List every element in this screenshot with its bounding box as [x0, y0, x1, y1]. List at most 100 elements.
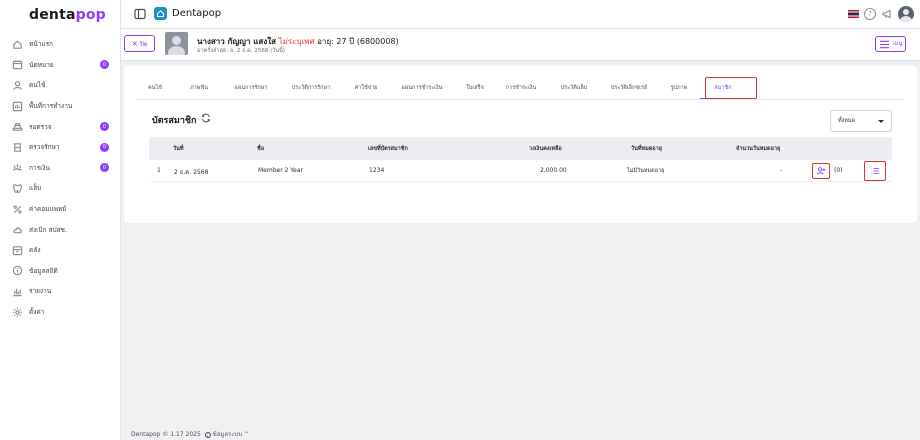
- sidebar-item-workspace[interactable]: พื้นที่การทำงาน: [0, 96, 121, 117]
- sidebar-item-patients[interactable]: คนไข้: [0, 75, 121, 96]
- patient-age: อายุ: 27 ปี: [317, 37, 355, 46]
- details-list-button[interactable]: [864, 161, 886, 181]
- user-icon: [12, 80, 23, 91]
- column-header: วันที่หมดอายุ: [631, 145, 662, 152]
- sidebar-item-finance[interactable]: การเงิน 0: [0, 158, 121, 179]
- tab-receipts[interactable]: ใบเสร็จ: [456, 77, 494, 99]
- membership-card-panel: คนไข้ ภาพฟัน แผนการรักษา ประวัติการรักษา…: [124, 66, 917, 223]
- caret-down-icon: [878, 120, 884, 123]
- patient-hn: (6800008): [356, 37, 399, 46]
- sidebar-item-label: แล็บ: [29, 184, 42, 193]
- app-logo[interactable]: dentapop: [29, 7, 106, 23]
- workspace-icon: [12, 101, 23, 112]
- clinic-home-icon: [154, 7, 167, 20]
- sidebar-item-lab[interactable]: แล็บ: [0, 178, 121, 199]
- chevron-up-icon: ⌃: [243, 431, 249, 438]
- row-index: 1: [157, 167, 161, 174]
- member-count: (0): [834, 167, 843, 174]
- tab-dental-chart[interactable]: ภาพฟัน: [174, 77, 224, 99]
- footer-copyright: Dentapop © 1.17 2025: [131, 431, 201, 438]
- table-header: วันที่ ชื่อ เลขที่บัตรสมาชิก วงเงินคงเหล…: [149, 137, 892, 160]
- sidebar: dentapop หน้าแรก นัดหมาย 0 คนไข้ พื้นที่…: [0, 0, 121, 440]
- sidebar-item-inventory[interactable]: คลัง: [0, 240, 121, 261]
- row-balance: 2,000.00: [540, 167, 567, 174]
- membership-table: วันที่ ชื่อ เลขที่บัตรสมาชิก วงเงินคงเหล…: [149, 137, 892, 182]
- sidebar-item-label: คนไข้: [29, 81, 46, 90]
- column-header: จำนวนวันหมดอายุ: [736, 145, 781, 152]
- info-icon: i: [204, 431, 211, 438]
- settings-icon: [12, 307, 23, 318]
- menu-button[interactable]: เมนู: [875, 36, 906, 52]
- patient-name: นางสาว กัญญา แสงใส: [197, 37, 277, 46]
- user-avatar[interactable]: [898, 6, 914, 22]
- list-icon: [871, 168, 880, 174]
- sidebar-item-appointments[interactable]: นัดหมาย 0: [0, 55, 121, 76]
- tab-treatment-history[interactable]: ประวัติการรักษา: [278, 77, 344, 99]
- column-header: วันที่: [173, 145, 184, 152]
- report-icon: [12, 286, 23, 297]
- waiting-icon: [12, 121, 23, 132]
- sidebar-item-waiting[interactable]: รอตรวจ 0: [0, 116, 121, 137]
- sidebar-item-label: นัดหมาย: [29, 60, 54, 69]
- tab-xray-history[interactable]: ประวัติเอ็กซเรย์: [600, 77, 658, 99]
- calendar-icon: [12, 59, 23, 70]
- sidebar-item-label: การเงิน: [29, 163, 50, 172]
- sidebar-item-home[interactable]: หน้าแรก: [0, 34, 121, 55]
- add-user-icon: [816, 167, 826, 175]
- close-button[interactable]: × ปิด: [124, 35, 155, 52]
- tab-treatment-plan[interactable]: แผนการรักษา: [224, 77, 278, 99]
- row-expiry: ไม่มีวันหมดอายุ: [627, 168, 665, 174]
- sidebar-item-label: พื้นที่การทำงาน: [29, 102, 73, 111]
- column-header: เลขที่บัตรสมาชิก: [368, 145, 408, 152]
- cloud-icon: [12, 224, 23, 235]
- tab-images[interactable]: รูปภาพ: [658, 77, 700, 99]
- sidebar-item-label: รายงาน: [29, 287, 52, 296]
- top-bar-actions: ?: [848, 6, 914, 22]
- add-member-button[interactable]: [812, 163, 830, 179]
- tab-payment-plan[interactable]: แผนการชำระเงิน: [388, 77, 456, 99]
- sidebar-item-label: หน้าแรก: [29, 40, 53, 49]
- language-flag-icon[interactable]: [848, 10, 859, 18]
- sidebar-item-label: รอตรวจ: [29, 122, 52, 131]
- sidebar-item-label: ตรวจรักษา: [29, 143, 60, 152]
- tab-expenses[interactable]: ค่าใช้จ่าย: [344, 77, 388, 99]
- sidebar-toggle-icon[interactable]: [134, 8, 146, 20]
- patient-last-visit: มาครั้งล่าสุด: อ. 2 ธ.ค. 2568 (วันนี้): [197, 48, 285, 54]
- sidebar-item-settings[interactable]: ตั้งค่า: [0, 302, 121, 323]
- help-icon[interactable]: ?: [864, 8, 876, 20]
- row-date: 2 ธ.ค. 2568: [174, 169, 209, 176]
- sidebar-item-nhso-claim[interactable]: ส่งเบิก สปสช.: [0, 219, 121, 240]
- sidebar-item-label: ข้อมูลสถิติ: [29, 266, 58, 275]
- row-days-left: -: [780, 167, 783, 174]
- sidebar-item-statistics[interactable]: ข้อมูลสถิติ: [0, 261, 121, 282]
- sidebar-item-commission[interactable]: ค่าคอมแพทย์: [0, 199, 121, 220]
- sidebar-item-label: ส่งเบิก สปสช.: [29, 225, 68, 234]
- tab-lab-history[interactable]: ประวัติแล็บ: [548, 77, 600, 99]
- footer: Dentapop © 1.17 2025 i ข้อมูลระบบ ⌃: [131, 429, 249, 439]
- refresh-icon[interactable]: [201, 113, 211, 123]
- tab-membership[interactable]: สมาชิก: [700, 77, 746, 99]
- sidebar-item-treatment[interactable]: ตรวจรักษา 0: [0, 137, 121, 158]
- count-badge: 0: [100, 142, 109, 152]
- row-member-name: Member 2 Year: [258, 167, 304, 174]
- sidebar-item-reports[interactable]: รายงาน: [0, 281, 121, 302]
- brand-name: Dentapop: [172, 8, 222, 19]
- home-icon: [12, 39, 23, 50]
- patient-bar: × ปิด นางสาว กัญญา แสงใส ไม่ระบุเพศ อายุ…: [121, 29, 920, 61]
- footer-info-link[interactable]: i ข้อมูลระบบ ⌃: [204, 431, 249, 438]
- column-header: ชื่อ: [257, 145, 265, 152]
- sidebar-item-label: ค่าคอมแพทย์: [29, 205, 67, 214]
- section-title: บัตรสมาชิก: [152, 116, 197, 126]
- hamburger-icon: [879, 40, 889, 48]
- column-header: วงเงินคงเหลือ: [529, 145, 562, 152]
- tab-payments[interactable]: การชำระเงิน: [494, 77, 548, 99]
- sidebar-nav: หน้าแรก นัดหมาย 0 คนไข้ พื้นที่การทำงาน …: [0, 34, 121, 322]
- percent-icon: [12, 204, 23, 215]
- count-badge: 0: [100, 60, 109, 70]
- table-row: 1 2 ธ.ค. 2568 Member 2 Year 1234 2,000.0…: [149, 160, 892, 182]
- megaphone-icon[interactable]: [881, 8, 893, 20]
- count-badge: 0: [100, 163, 109, 173]
- tab-patient[interactable]: คนไข้: [136, 77, 174, 99]
- patient-tabs: คนไข้ ภาพฟัน แผนการรักษา ประวัติการรักษา…: [136, 77, 905, 100]
- status-filter-select[interactable]: ทั้งหมด: [830, 110, 892, 132]
